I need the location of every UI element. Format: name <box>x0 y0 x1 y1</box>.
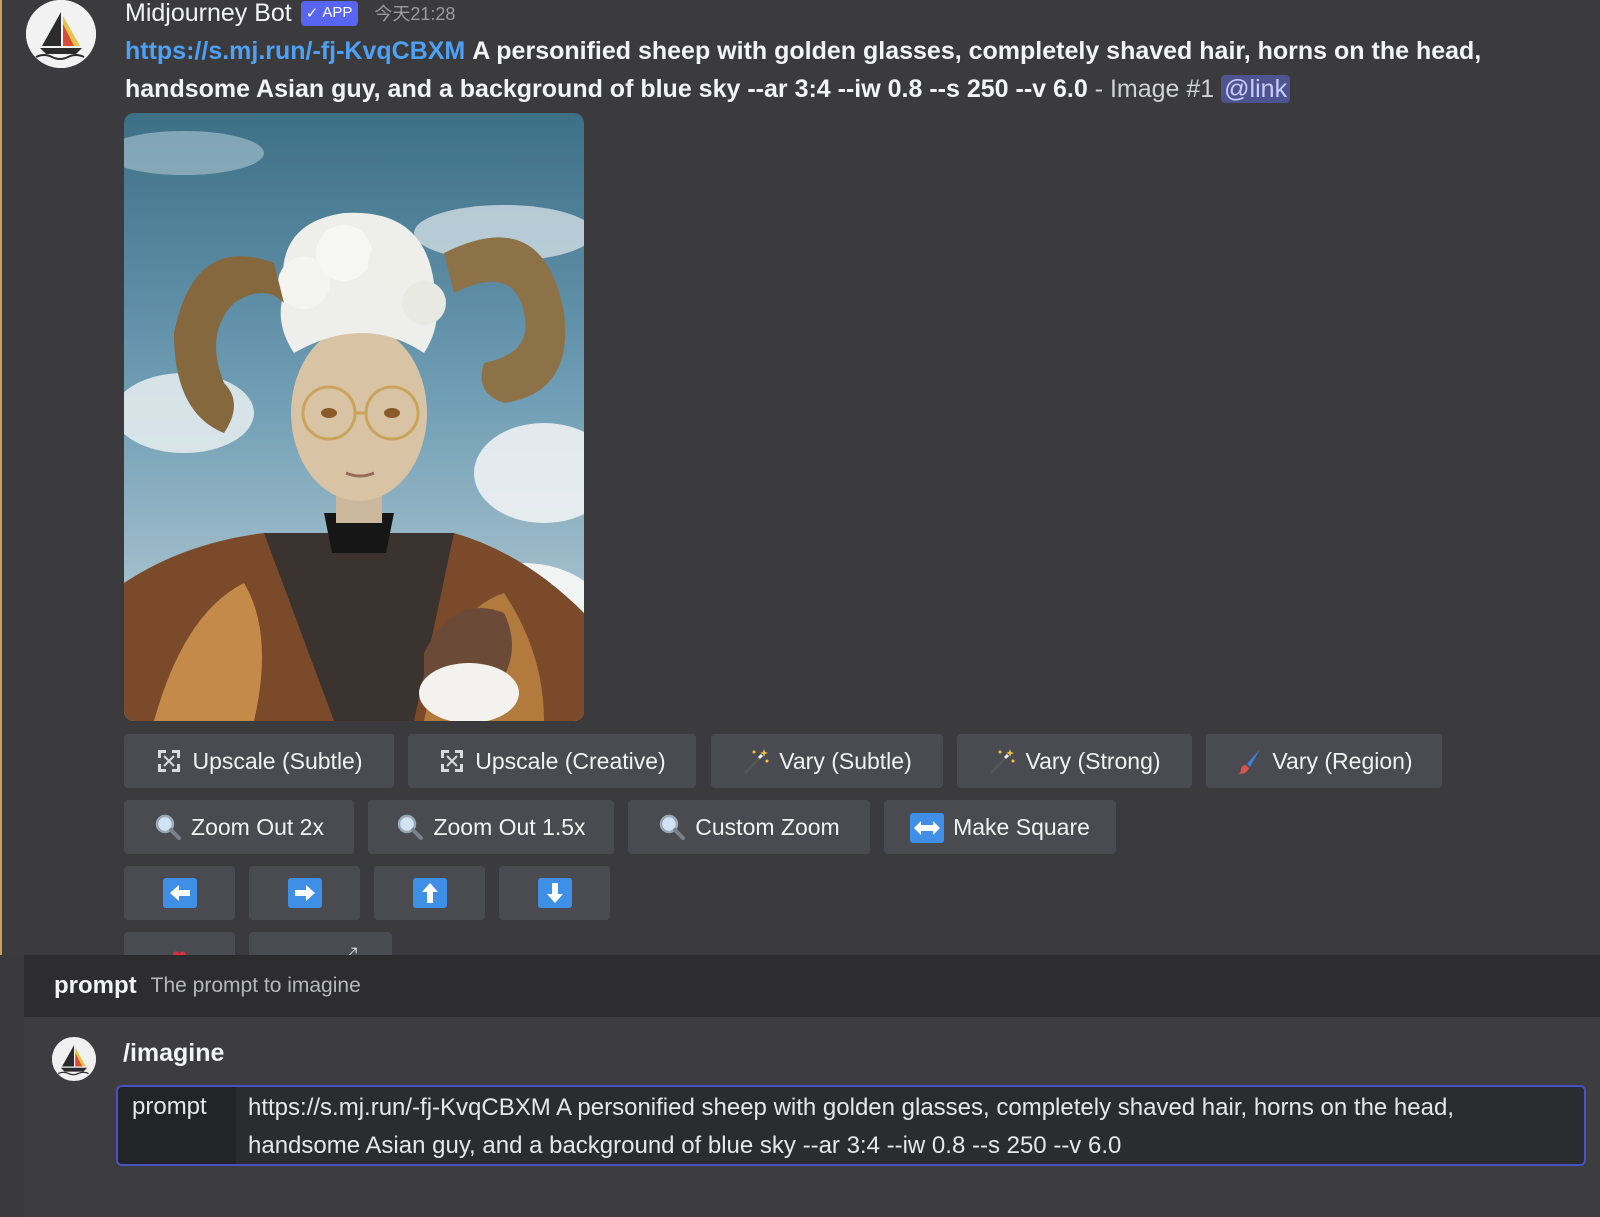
message-text: https://s.mj.run/-fj-KvqCBXM A personifi… <box>125 32 1545 108</box>
slash-command-panel: prompt The prompt to imagine /imagine pr… <box>24 955 1600 1217</box>
command-input-row: /imagine prompt https://s.mj.run/-fj-Kvq… <box>24 1017 1600 1217</box>
author-name[interactable]: Midjourney Bot <box>125 0 292 28</box>
sailboat-logo-icon <box>52 1037 96 1081</box>
upscale-subtle-button[interactable]: Upscale (Subtle) <box>124 734 394 788</box>
pan-right-button[interactable] <box>249 866 360 920</box>
check-icon: ✓ <box>305 4 319 22</box>
vary-strong-button[interactable]: Vary (Strong) <box>957 734 1192 788</box>
left-right-arrow-icon <box>910 813 945 843</box>
vary-subtle-button[interactable]: Vary (Subtle) <box>711 734 943 788</box>
make-square-button[interactable]: Make Square <box>884 800 1116 854</box>
zoom-out-1-5x-label: Zoom Out 1.5x <box>433 813 586 840</box>
vary-region-button[interactable]: Vary (Region) <box>1206 734 1442 788</box>
option-name: prompt <box>54 972 137 999</box>
expand-icon <box>438 747 466 775</box>
magic-wand-icon <box>742 747 770 775</box>
custom-zoom-label: Custom Zoom <box>695 813 840 840</box>
pan-up-button[interactable] <box>374 866 485 920</box>
upscale-creative-button[interactable]: Upscale (Creative) <box>408 734 696 788</box>
generated-image[interactable] <box>124 113 584 721</box>
vary-region-label: Vary (Region) <box>1272 747 1413 774</box>
magic-wand-icon <box>988 747 1016 775</box>
expand-icon <box>155 747 183 775</box>
bot-avatar[interactable] <box>26 0 96 68</box>
pan-down-button[interactable] <box>499 866 610 920</box>
message-timestamp: 今天21:28 <box>374 4 456 24</box>
magnifier-icon <box>658 813 686 841</box>
prompt-param-label: prompt <box>118 1087 236 1164</box>
pan-left-button[interactable] <box>124 866 235 920</box>
bot-avatar-small <box>52 1037 96 1081</box>
message-area: Midjourney Bot ✓ APP 今天21:28 https://s.m… <box>0 0 1600 986</box>
make-square-label: Make Square <box>953 813 1090 840</box>
message-header: Midjourney Bot ✓ APP 今天21:28 <box>125 0 455 28</box>
paintbrush-icon <box>1235 747 1263 775</box>
prompt-param-value[interactable]: https://s.mj.run/-fj-KvqCBXM A personifi… <box>236 1087 1584 1164</box>
zoom-out-1-5x-button[interactable]: Zoom Out 1.5x <box>368 800 614 854</box>
arrow-left-icon <box>162 878 197 908</box>
image-number: - Image #1 <box>1094 75 1215 103</box>
magnifier-icon <box>154 813 182 841</box>
magnifier-icon <box>396 813 424 841</box>
arrow-down-icon <box>537 878 572 908</box>
image-prompt-link[interactable]: https://s.mj.run/-fj-KvqCBXM <box>125 37 465 65</box>
upscale-subtle-label: Upscale (Subtle) <box>192 747 363 774</box>
vary-subtle-label: Vary (Subtle) <box>779 747 912 774</box>
option-hint-bar: prompt The prompt to imagine <box>24 955 1600 1017</box>
command-name: /imagine <box>123 1039 225 1067</box>
app-badge-label: APP <box>322 4 353 21</box>
link-mention[interactable]: @link <box>1221 75 1291 103</box>
zoom-out-2x-label: Zoom Out 2x <box>191 813 324 840</box>
vary-strong-label: Vary (Strong) <box>1025 747 1161 774</box>
option-description: The prompt to imagine <box>150 974 361 997</box>
zoom-out-2x-button[interactable]: Zoom Out 2x <box>124 800 354 854</box>
sheep-portrait-image <box>124 113 584 721</box>
arrow-right-icon <box>287 878 322 908</box>
custom-zoom-button[interactable]: Custom Zoom <box>628 800 870 854</box>
arrow-up-icon <box>412 878 447 908</box>
prompt-input-field[interactable]: prompt https://s.mj.run/-fj-KvqCBXM A pe… <box>116 1085 1586 1166</box>
upscale-creative-label: Upscale (Creative) <box>475 747 666 774</box>
sailboat-logo-icon <box>26 0 96 68</box>
app-badge: ✓ APP <box>300 0 359 26</box>
